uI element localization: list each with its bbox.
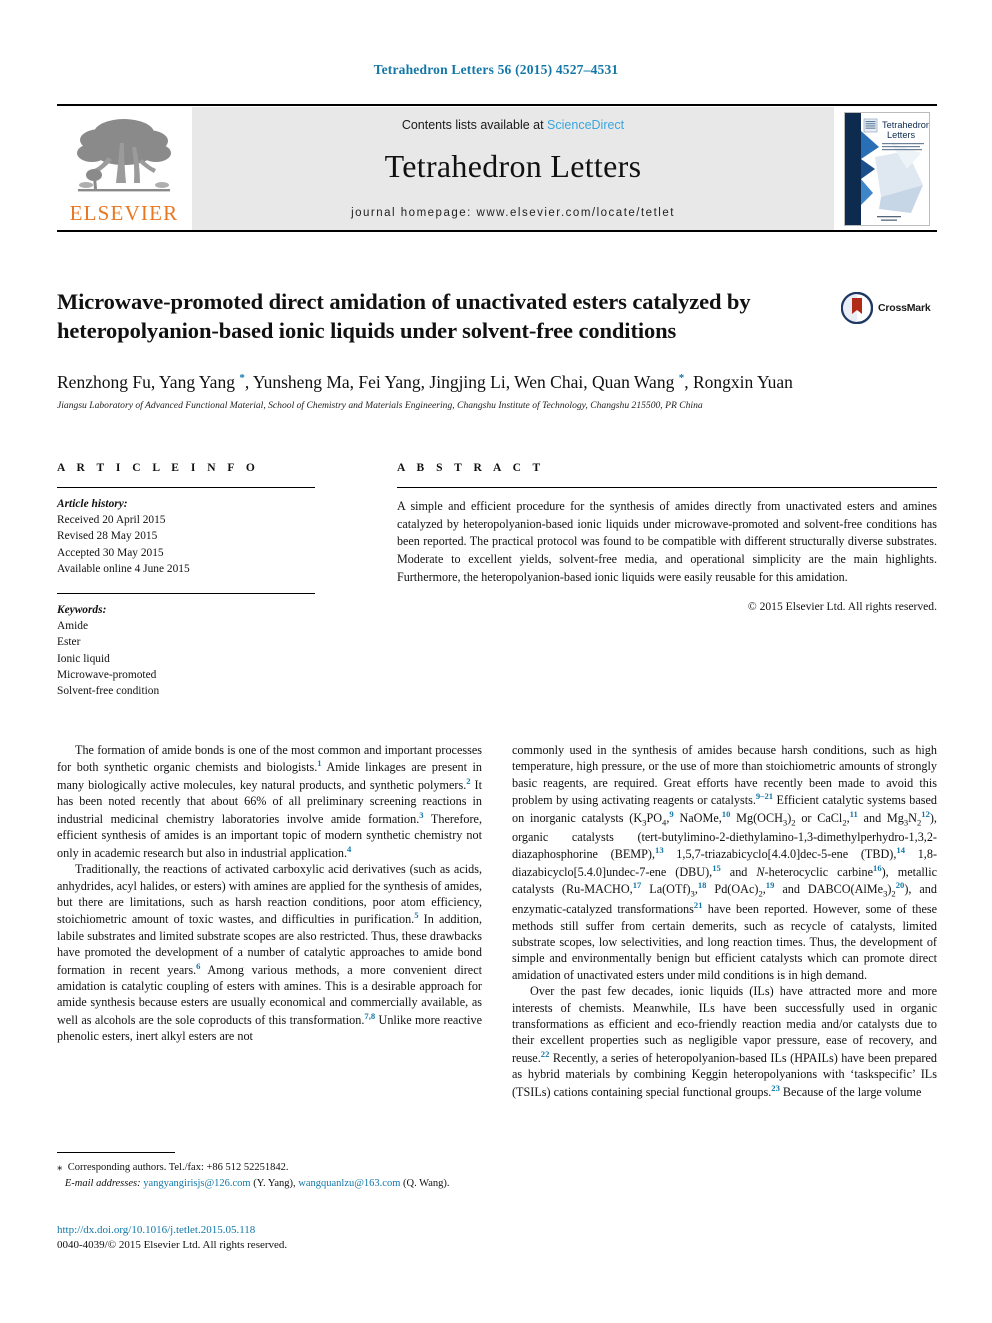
cover-artwork: Tetrahedron Letters xyxy=(845,112,930,225)
paragraph: commonly used in the synthesis of amides… xyxy=(512,743,938,982)
affiliation: Jiangsu Laboratory of Advanced Functiona… xyxy=(57,399,703,411)
footnote-rule xyxy=(57,1152,175,1153)
crossmark-label: CrossMark xyxy=(878,302,931,314)
cover-image: Tetrahedron Letters xyxy=(844,111,930,226)
abstract-heading: A B S T R A C T xyxy=(397,462,545,474)
masthead-top-rule xyxy=(57,104,937,106)
keyword-item: Solvent-free condition xyxy=(57,684,160,697)
abstract-column: A B S T R A C T A simple and efficient p… xyxy=(397,462,937,613)
paragraph: The formation of amide bonds is one of t… xyxy=(57,743,482,860)
email-link-2[interactable]: wangquanlzu@163.com xyxy=(298,1178,400,1189)
svg-text:Tetrahedron: Tetrahedron xyxy=(882,120,930,130)
article-history: Article history: Received 20 April 2015 … xyxy=(57,488,315,577)
history-label: Article history: xyxy=(57,498,128,510)
elsevier-tree-icon xyxy=(77,119,171,192)
crossmark-badge[interactable]: CrossMark xyxy=(841,290,937,326)
masthead-bottom-rule xyxy=(57,230,937,232)
journal-cover-thumbnail: Tetrahedron Letters xyxy=(837,107,937,230)
paragraph: Over the past few decades, ionic liquids… xyxy=(512,984,937,1099)
info-abstract-region: A R T I C L E I N F O Article history: R… xyxy=(57,462,937,697)
article-info-heading: A R T I C L E I N F O xyxy=(57,462,260,474)
sciencedirect-link[interactable]: ScienceDirect xyxy=(547,118,624,132)
elsevier-logo: ELSEVIER xyxy=(57,107,191,230)
journal-homepage-url[interactable]: journal homepage: www.elsevier.com/locat… xyxy=(351,207,675,219)
history-item: Available online 4 June 2015 xyxy=(57,562,190,575)
email-owner-1: (Y. Yang) xyxy=(253,1177,294,1189)
keyword-item: Ester xyxy=(57,636,81,649)
history-item: Revised 28 May 2015 xyxy=(57,530,158,543)
running-head: Tetrahedron Letters 56 (2015) 4527–4531 xyxy=(373,62,619,77)
email-owner-2: (Q. Wang). xyxy=(403,1177,450,1189)
footnote-block: ⁎ Corresponding authors. Tel./fax: +86 5… xyxy=(57,1152,482,1191)
contents-prefix: Contents lists available at xyxy=(401,118,548,132)
email-label: E-mail addresses: xyxy=(64,1177,141,1189)
email-link-1[interactable]: yangyangirisjs@126.com xyxy=(143,1178,250,1189)
issn-copyright-line: 0040-4039/© 2015 Elsevier Ltd. All right… xyxy=(57,1239,288,1251)
keywords-label: Keywords: xyxy=(57,603,107,616)
copyright-notice: © 2015 Elsevier Ltd. All rights reserved… xyxy=(747,600,937,614)
article-info-column: A R T I C L E I N F O Article history: R… xyxy=(57,462,315,699)
body-column-left: The formation of amide bonds is one of t… xyxy=(57,742,482,1045)
masthead-center: Contents lists available at ScienceDirec… xyxy=(192,107,834,230)
keyword-item: Ionic liquid xyxy=(57,652,110,665)
svg-text:Letters: Letters xyxy=(887,130,915,140)
journal-masthead: ELSEVIER Contents lists available at Sci… xyxy=(57,104,937,232)
corresponding-author-note: ⁎ Corresponding authors. Tel./fax: +86 5… xyxy=(57,1161,289,1173)
abstract-text: A simple and efficient procedure for the… xyxy=(397,499,937,584)
crossmark-icon xyxy=(841,292,873,324)
email-note: E-mail addresses: yangyangirisjs@126.com… xyxy=(64,1177,450,1189)
elsevier-wordmark: ELSEVIER xyxy=(69,201,179,225)
author-list: Renzhong Fu, Yang Yang *, Yunsheng Ma, F… xyxy=(57,371,793,392)
paper-page: Tetrahedron Letters 56 (2015) 4527–4531 xyxy=(0,0,992,1323)
contents-available-line: Contents lists available at ScienceDirec… xyxy=(402,118,624,132)
keyword-item: Microwave-promoted xyxy=(57,668,157,681)
paragraph: Traditionally, the reactions of activate… xyxy=(57,862,483,1044)
history-item: Accepted 30 May 2015 xyxy=(57,546,164,559)
doi-link[interactable]: http://dx.doi.org/10.1016/j.tetlet.2015.… xyxy=(57,1223,482,1238)
history-item: Received 20 April 2015 xyxy=(57,514,166,527)
keyword-item: Amide xyxy=(57,620,89,633)
title-block: Microwave-promoted direct amidation of u… xyxy=(57,288,937,412)
page-title: Microwave-promoted direct amidation of u… xyxy=(57,289,751,343)
keywords-list: Keywords: Amide Ester Ionic liquid Micro… xyxy=(57,594,315,699)
body-column-right: commonly used in the synthesis of amides… xyxy=(512,742,937,1100)
journal-title: Tetrahedron Letters xyxy=(384,148,642,184)
